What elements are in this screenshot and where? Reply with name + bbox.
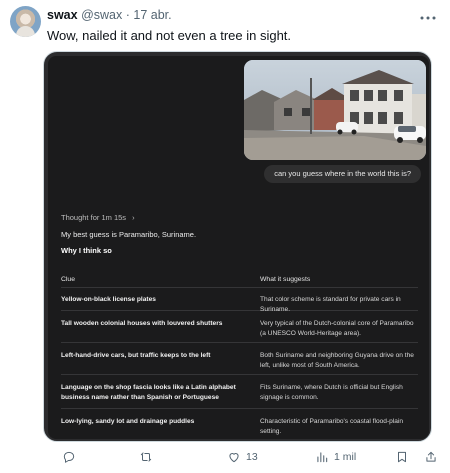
user-message-bubble: can you guess where in the world this is… — [264, 165, 421, 183]
thought-label: Thought for 1m 15s — [61, 213, 127, 222]
more-icon[interactable] — [420, 7, 436, 23]
tweet-actions: 13 1 mil — [47, 448, 442, 468]
table-row: Tall wooden colonial houses with louvere… — [61, 311, 418, 343]
views-button[interactable]: 1 mil — [315, 450, 356, 464]
avatar[interactable] — [10, 6, 41, 37]
tweet-date[interactable]: 17 abr. — [133, 8, 171, 22]
table-header-row: Clue What it suggests — [61, 271, 418, 288]
table-row: Left-hand-drive cars, but traffic keeps … — [61, 343, 418, 375]
share-button[interactable] — [424, 450, 438, 464]
reply-button[interactable] — [62, 450, 81, 464]
column-header-suggests: What it suggests — [260, 276, 311, 283]
like-count: 13 — [246, 451, 258, 463]
views-icon — [315, 450, 329, 464]
suggests-cell: Both Suriname and neighboring Guyana dri… — [260, 352, 414, 369]
clue-cell: Left-hand-drive cars, but traffic keeps … — [61, 352, 211, 359]
author-name[interactable]: swax — [47, 8, 78, 22]
clue-table: Clue What it suggests Yellow-on-black li… — [61, 271, 418, 435]
attached-screenshot[interactable]: can you guess where in the world this is… — [43, 51, 432, 442]
tweet-header: swax @swax · 17 abr. — [47, 8, 172, 23]
suggests-cell: Very typical of the Dutch-colonial core … — [260, 320, 414, 337]
views-count: 1 mil — [334, 451, 357, 463]
reply-icon — [62, 450, 76, 464]
column-header-clue: Clue — [61, 276, 75, 283]
clue-cell: Tall wooden colonial houses with louvere… — [61, 320, 223, 327]
retweet-button[interactable] — [139, 450, 158, 464]
share-icon — [424, 450, 438, 464]
clue-cell: Language on the shop fascia looks like a… — [61, 384, 236, 401]
table-row: Low-lying, sandy lot and drainage puddle… — [61, 409, 418, 435]
why-heading: Why I think so — [61, 246, 112, 255]
tweet-text: Wow, nailed it and not even a tree in si… — [47, 28, 292, 43]
tweet: swax @swax · 17 abr. Wow, nailed it and … — [0, 0, 450, 473]
bookmark-icon — [395, 450, 409, 464]
clue-cell: Yellow-on-black license plates — [61, 296, 156, 303]
bookmark-button[interactable] — [395, 450, 409, 464]
suggests-cell: Fits Suriname, where Dutch is official b… — [260, 384, 403, 401]
best-guess-text: My best guess is Paramaribo, Suriname. — [61, 230, 197, 239]
like-button[interactable]: 13 — [227, 450, 258, 464]
chevron-right-icon: › — [132, 213, 135, 222]
suggests-cell: Characteristic of Paramaribo's coastal f… — [260, 418, 404, 435]
clue-cell: Low-lying, sandy lot and drainage puddle… — [61, 418, 195, 425]
street-photo — [244, 60, 426, 160]
author-handle[interactable]: @swax — [81, 8, 122, 22]
retweet-icon — [139, 450, 153, 464]
table-row: Yellow-on-black license plates That colo… — [61, 288, 418, 313]
chat-screenshot: can you guess where in the world this is… — [48, 56, 429, 439]
thought-toggle[interactable]: Thought for 1m 15s › — [61, 213, 135, 223]
separator: · — [125, 8, 130, 22]
like-icon — [227, 450, 241, 464]
table-row: Language on the shop fascia looks like a… — [61, 375, 418, 409]
